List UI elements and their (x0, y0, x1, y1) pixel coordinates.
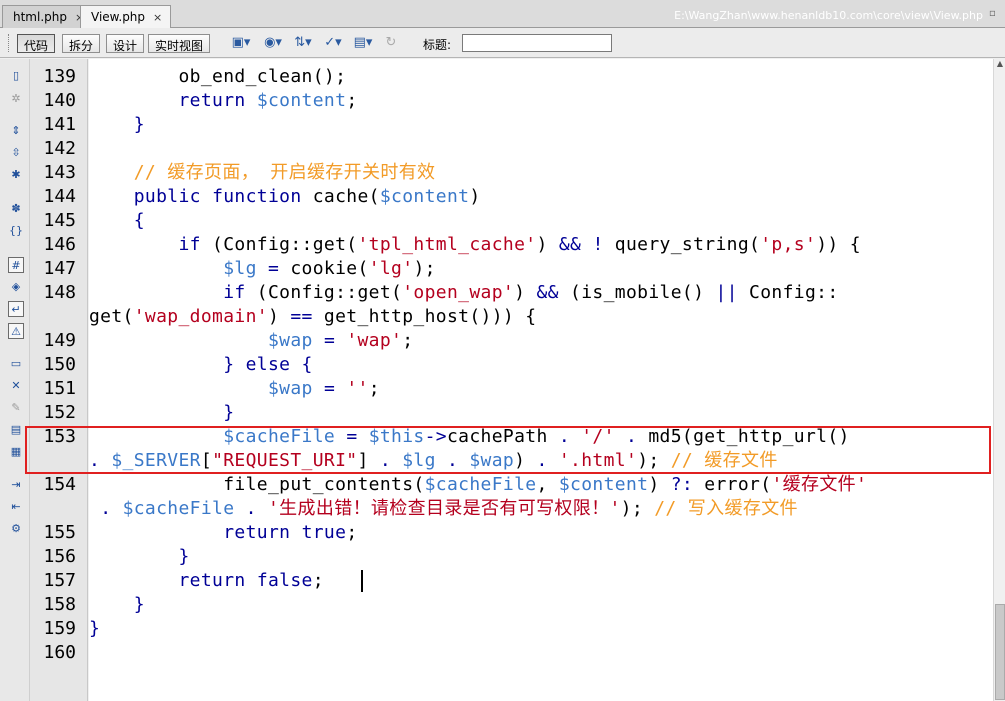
title-label: 标题: (423, 38, 452, 52)
document-toolbar: 代码 拆分 设计 实时视图 ▣▾ ◉▾ ⇅▾ ✓▾ ▤▾ ↻ 标题: (0, 28, 1005, 58)
line-number: 146 (43, 234, 76, 255)
line-number: 141 (43, 114, 76, 135)
line-number: 147 (43, 258, 76, 279)
line-number: 140 (43, 90, 76, 111)
format-source-code-icon[interactable]: ⚙ (8, 521, 24, 537)
design-view-button[interactable]: 设计 (106, 34, 145, 53)
highlight-annotation-box (25, 426, 991, 474)
line-number: 158 (43, 594, 76, 615)
code-line-wrap: . $cacheFile . '生成出错！请检查目录是否有可写权限！'); //… (100, 498, 798, 519)
wrap-tag-icon[interactable]: ✎ (8, 400, 24, 416)
code-line: } (89, 114, 145, 135)
coding-toolbar: ▯ ✲ ⇕ ⇳ ✱ ✽ {} # ◈ ↵ ⚠ ▭ ✕ ✎ ▤ ▦ ⇥ ⇤ ⚙ (0, 59, 30, 701)
line-number: 143 (43, 162, 76, 183)
show-code-navigator-icon[interactable]: ✲ (8, 91, 24, 107)
syntax-error-alerts-icon[interactable]: ⚠ (8, 323, 24, 339)
code-line: } (89, 594, 145, 615)
outdent-code-icon[interactable]: ⇤ (8, 499, 24, 515)
code-line: return true; (223, 522, 358, 543)
scrollbar-thumb[interactable] (995, 604, 1005, 700)
line-number: 154 (43, 474, 76, 495)
line-number: 148 (43, 282, 76, 303)
line-number: 151 (43, 378, 76, 399)
split-view-button[interactable]: 拆分 (62, 34, 101, 53)
line-number: 152 (43, 402, 76, 423)
code-editor[interactable]: ob_end_clean(); return $content; } // 缓存… (89, 59, 993, 701)
line-number-gutter: 139 140 141 142 143 144 145 146 147 148 … (30, 59, 88, 701)
live-view-button[interactable]: 实时视图 (148, 34, 211, 53)
line-number: 156 (43, 546, 76, 567)
code-line: if (Config::get('open_wap') && (is_mobil… (223, 282, 839, 303)
multiscreen-icon[interactable]: ▣▾ (230, 35, 252, 51)
indent-code-icon[interactable]: ⇥ (8, 477, 24, 493)
apply-comment-icon[interactable]: ▭ (8, 356, 24, 372)
open-documents-icon[interactable]: ▯ (8, 68, 24, 84)
title-input[interactable] (462, 34, 612, 52)
refresh-icon[interactable]: ↻ (380, 35, 402, 51)
code-line: file_put_contents($cacheFile, $content) … (223, 474, 868, 495)
code-line: } (89, 618, 101, 639)
code-line: return false; (178, 570, 324, 591)
line-number: 144 (43, 186, 76, 207)
code-line: return $content; (178, 90, 358, 111)
restore-window-icon[interactable]: ▫ (989, 8, 1001, 20)
remove-comment-icon[interactable]: ✕ (8, 378, 24, 394)
code-line: public function cache($content) (133, 186, 481, 207)
expand-all-icon[interactable]: ✱ (8, 167, 24, 183)
code-line-wrap: get('wap_domain') == get_http_host())) { (89, 306, 537, 327)
code-line: ob_end_clean(); (178, 66, 347, 87)
line-number: 157 (43, 570, 76, 591)
vertical-scrollbar[interactable]: ▲ (993, 59, 1005, 701)
recent-snippets-icon[interactable]: ▤ (8, 422, 24, 438)
code-line: { (89, 210, 145, 231)
line-number: 149 (43, 330, 76, 351)
move-css-icon[interactable]: ▦ (8, 444, 24, 460)
validate-icon[interactable]: ✓▾ (322, 35, 344, 51)
line-number: 150 (43, 354, 76, 375)
line-number: 160 (43, 642, 76, 663)
file-path: E:\WangZhan\www.henanldb10.com\core\view… (674, 9, 983, 22)
line-number: 142 (43, 138, 76, 159)
file-management-icon[interactable]: ⇅▾ (292, 35, 314, 51)
code-line: $lg = cookie('lg'); (223, 258, 436, 279)
line-number: 159 (43, 618, 76, 639)
line-number: 145 (43, 210, 76, 231)
line-number: 155 (43, 522, 76, 543)
scroll-up-icon[interactable]: ▲ (994, 59, 1005, 73)
code-line: $wap = ''; (268, 378, 380, 399)
select-parent-tag-icon[interactable]: ✽ (8, 201, 24, 217)
collapse-full-tag-icon[interactable]: ⇕ (8, 123, 24, 139)
visual-aids-icon[interactable]: ▤▾ (352, 35, 374, 51)
code-line: if (Config::get('tpl_html_cache') && ! q… (178, 234, 861, 255)
code-line: // 缓存页面， 开启缓存开关时有效 (133, 162, 436, 183)
code-line: } else { (223, 354, 313, 375)
line-numbers-icon[interactable]: # (8, 257, 24, 273)
word-wrap-icon[interactable]: ↵ (8, 301, 24, 317)
code-view-button[interactable]: 代码 (17, 34, 56, 53)
preview-browser-icon[interactable]: ◉▾ (262, 35, 284, 51)
code-line: $wap = 'wap'; (268, 330, 414, 351)
toolbar-grip[interactable] (8, 34, 12, 52)
balance-braces-icon[interactable]: {} (8, 223, 24, 239)
document-tab-bar: html.php × View.php × E:\WangZhan\www.hena… (0, 0, 1005, 29)
close-icon[interactable]: × (153, 11, 162, 24)
tab-view-php[interactable]: View.php × (80, 5, 172, 29)
tab-label: View.php (91, 10, 146, 24)
highlight-invalid-code-icon[interactable]: ◈ (8, 279, 24, 295)
code-line: } (89, 546, 190, 567)
tab-label: html.php (13, 10, 67, 24)
code-line: } (89, 402, 235, 423)
collapse-selection-icon[interactable]: ⇳ (8, 145, 24, 161)
line-number: 139 (43, 66, 76, 87)
text-cursor (361, 570, 363, 592)
